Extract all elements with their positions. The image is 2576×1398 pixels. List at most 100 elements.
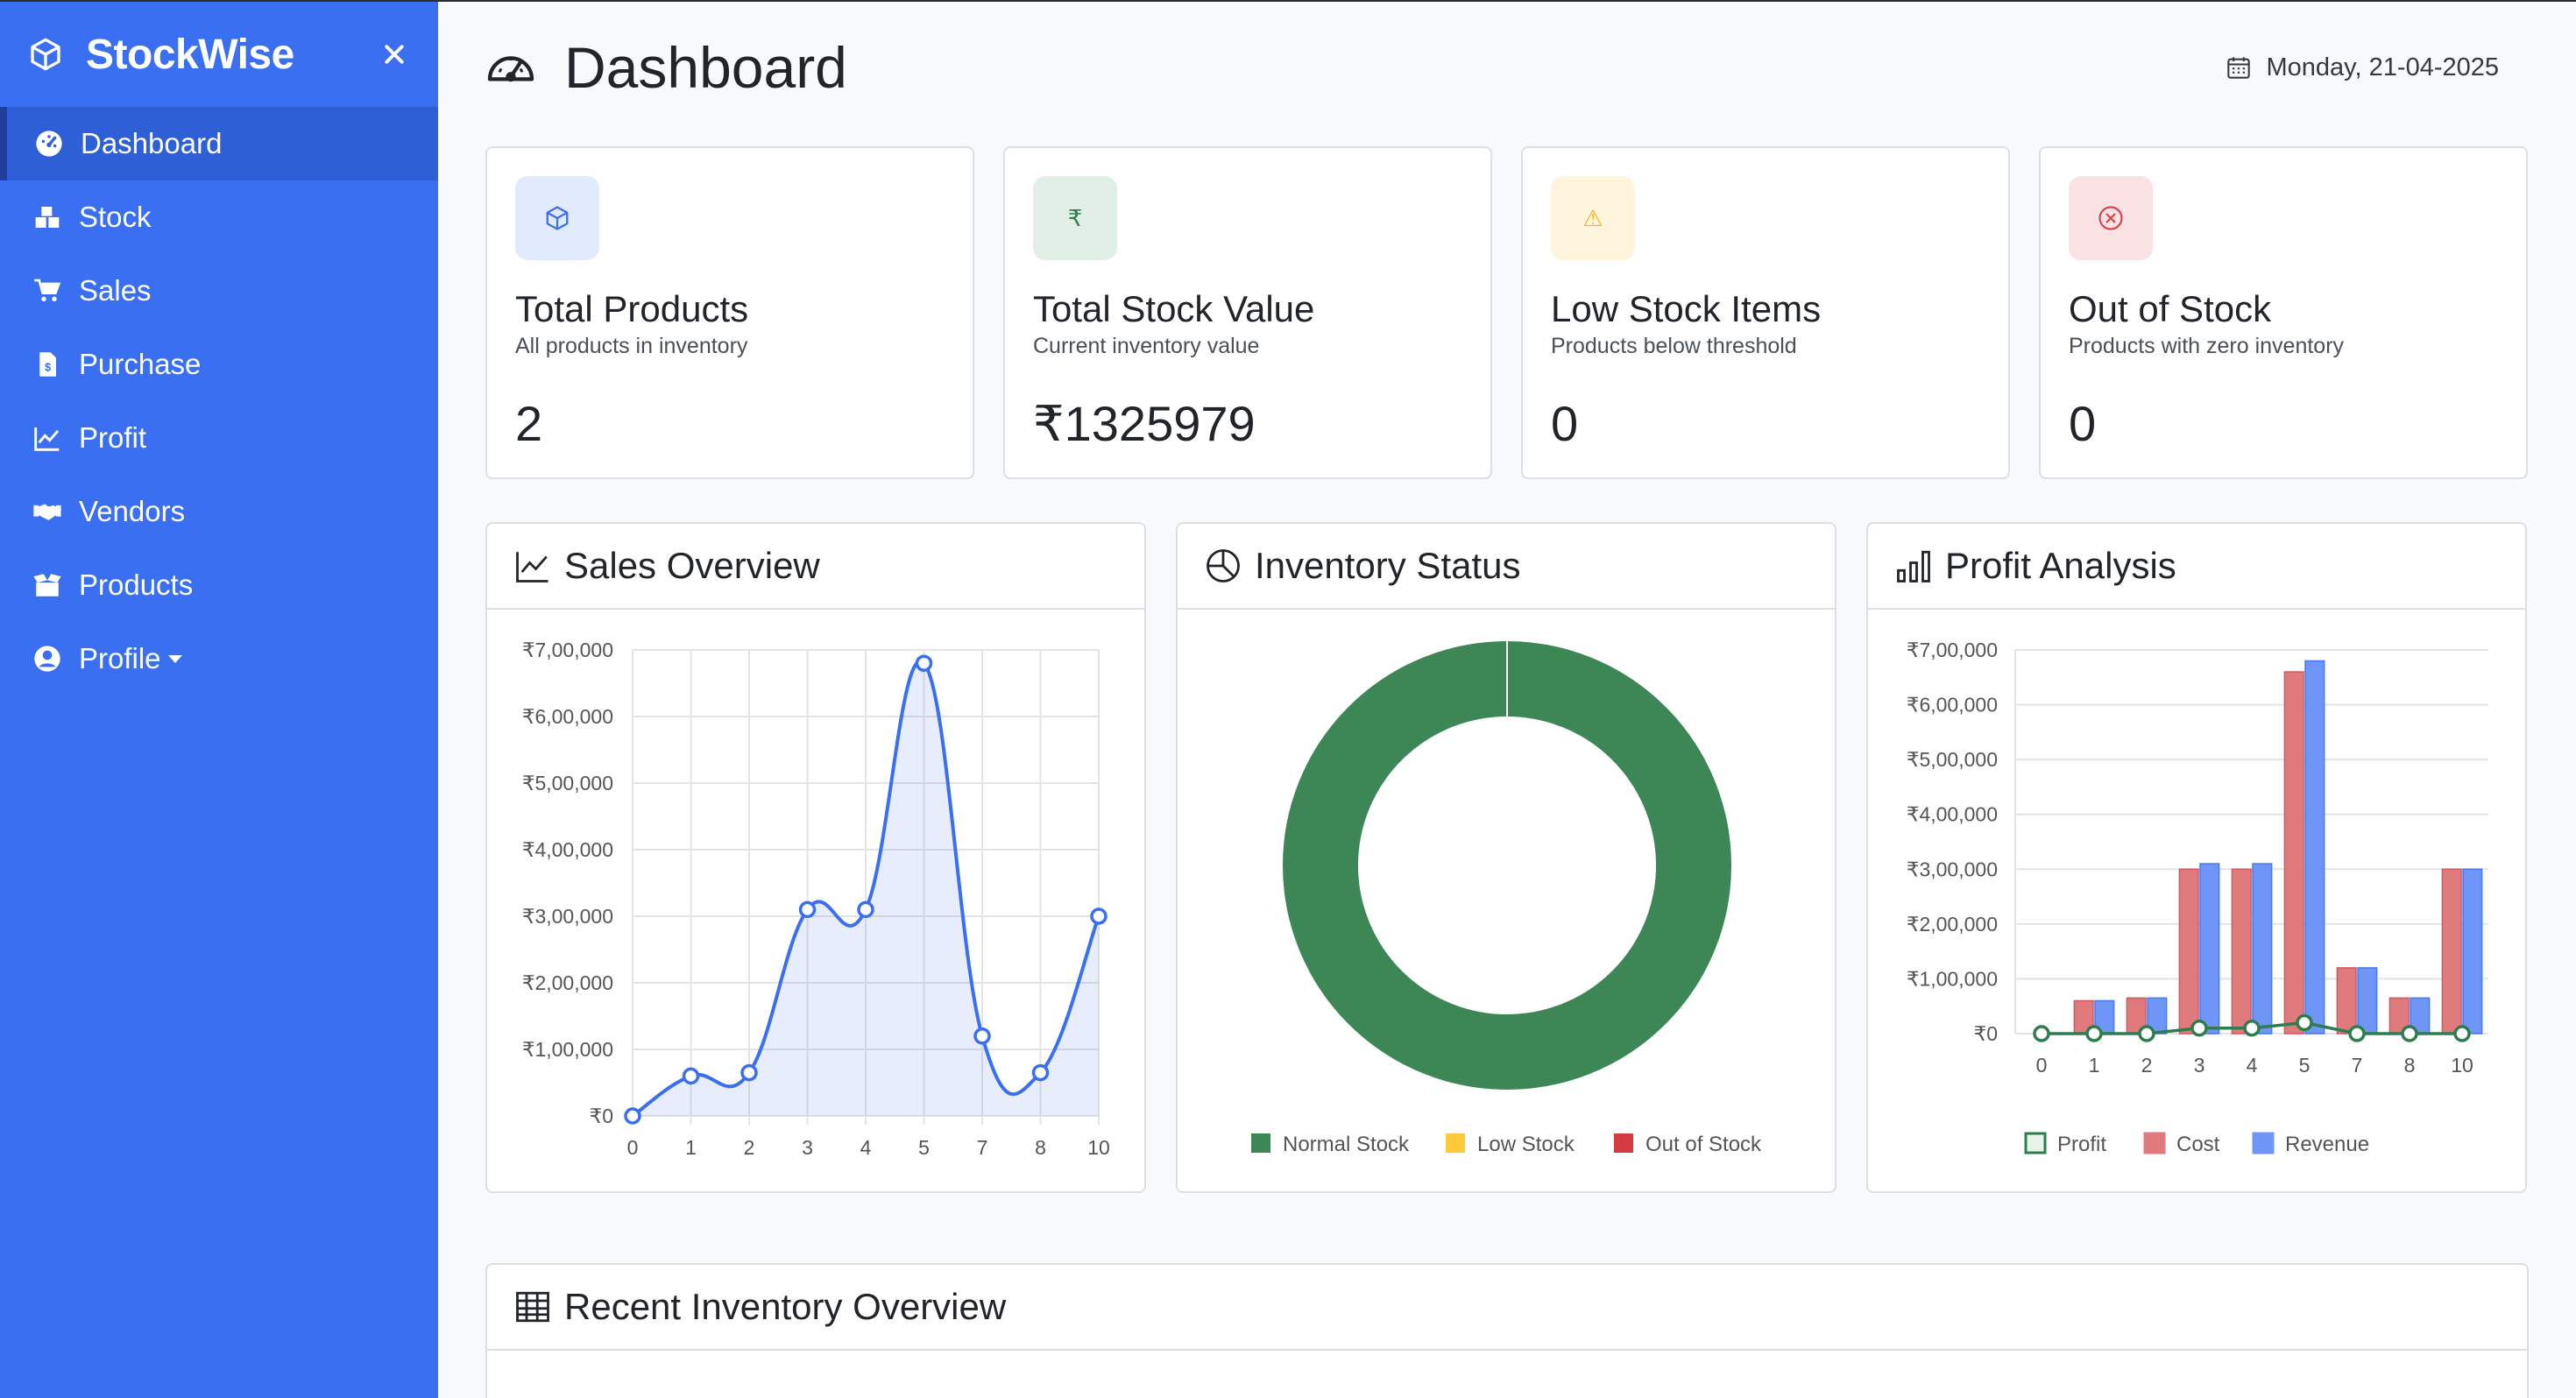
sidebar-item-purchase[interactable]: $ Purchase xyxy=(0,328,438,401)
x-tick-label: 1 xyxy=(2089,1054,2100,1077)
main-content: Dashboard Monday, 21-04-2025 Total Produ… xyxy=(438,0,2576,1398)
dashboard-icon xyxy=(33,128,65,159)
page-header: Dashboard Monday, 21-04-2025 xyxy=(482,28,2550,107)
table-icon xyxy=(513,1288,552,1326)
cart-icon xyxy=(32,275,63,307)
stat-card-total-stock-value: ₹ Total Stock Value Current inventory va… xyxy=(1003,146,1492,479)
x-tick-label: 7 xyxy=(2352,1054,2363,1077)
data-point xyxy=(1090,907,1108,925)
cost-bar xyxy=(2336,967,2357,1034)
legend-label: Low Stock xyxy=(1477,1133,1575,1156)
profit-point xyxy=(2401,1025,2418,1042)
stat-value: 0 xyxy=(1551,396,1579,451)
sidebar-item-profile[interactable]: Profile xyxy=(0,622,438,695)
y-tick-label: ₹4,00,000 xyxy=(1907,803,1998,826)
stat-subtitle: All products in inventory xyxy=(515,334,748,358)
cost-bar xyxy=(2441,868,2462,1034)
y-tick-label: ₹1,00,000 xyxy=(522,1038,613,1061)
x-tick-label: 4 xyxy=(860,1136,872,1159)
calendar-icon xyxy=(2226,54,2253,81)
user-circle-icon xyxy=(32,643,63,674)
cost-bar xyxy=(2283,671,2304,1034)
legend-label: Out of Stock xyxy=(1645,1133,1762,1156)
legend-swatch xyxy=(1446,1133,1465,1153)
x-tick-label: 1 xyxy=(685,1136,697,1159)
sidebar-item-vendors[interactable]: Vendors xyxy=(0,475,438,548)
invoice-icon: $ xyxy=(32,349,63,380)
profit-point xyxy=(2085,1025,2103,1042)
sidebar-item-label: Dashboard xyxy=(81,127,223,159)
date-display: Monday, 21-04-2025 xyxy=(2226,53,2499,82)
stat-card-low-stock: ⚠ Low Stock Items Products below thresho… xyxy=(1521,146,2010,479)
y-tick-label: ₹0 xyxy=(1974,1022,1998,1045)
data-point xyxy=(624,1107,641,1125)
sidebar-item-label: Profile xyxy=(79,642,161,674)
x-tick-label: 8 xyxy=(2404,1054,2416,1077)
sidebar-item-products[interactable]: Products xyxy=(0,548,438,622)
x-tick-label: 7 xyxy=(977,1136,988,1159)
x-tick-label: 3 xyxy=(2194,1054,2205,1077)
stat-card-total-products: Total Products All products in inventory… xyxy=(485,146,974,479)
x-tick-label: 3 xyxy=(802,1136,813,1159)
recent-inventory-panel: Recent Inventory Overview xyxy=(485,1263,2529,1398)
y-tick-label: ₹6,00,000 xyxy=(522,705,613,728)
stat-title: Low Stock Items xyxy=(1551,288,1822,329)
stat-card-out-of-stock: Out of Stock Products with zero inventor… xyxy=(2039,146,2528,479)
revenue-bar xyxy=(2462,868,2483,1034)
rupee-icon: ₹ xyxy=(1033,176,1117,260)
panel-title: Profit Analysis xyxy=(1945,545,2176,586)
sidebar-item-sales[interactable]: Sales xyxy=(0,254,438,328)
stat-value: 0 xyxy=(2069,396,2097,451)
panel-header: Recent Inventory Overview xyxy=(487,1265,2527,1351)
profit-analysis-panel: Profit Analysis ₹0 ₹1,00,000 ₹2,00,000 ₹3,0… xyxy=(1866,522,2527,1193)
y-tick-label: ₹7,00,000 xyxy=(1907,639,1998,661)
cube-icon xyxy=(515,176,599,260)
data-point xyxy=(973,1027,991,1045)
y-tick-label: ₹1,00,000 xyxy=(1907,967,1998,990)
sidebar-item-label: Profit xyxy=(79,421,147,454)
sidebar-nav: Dashboard Stock Sales $ Purchase Profit xyxy=(0,107,438,695)
sidebar-item-profit[interactable]: Profit xyxy=(0,401,438,475)
revenue-bar xyxy=(2304,660,2325,1034)
stat-value: ₹1325979 xyxy=(1033,396,1256,451)
y-tick-label: ₹2,00,000 xyxy=(522,971,613,994)
sidebar-item-dashboard[interactable]: Dashboard xyxy=(0,107,438,180)
sidebar-item-stock[interactable]: Stock xyxy=(0,180,438,254)
pie-chart-icon xyxy=(1204,547,1242,585)
profit-point xyxy=(2033,1025,2050,1042)
x-circle-icon xyxy=(2069,176,2153,260)
y-tick-label: ₹0 xyxy=(590,1105,613,1127)
sidebar: StockWise Dashboard Stock Sales $ Purcha… xyxy=(0,0,438,1398)
panel-header: Sales Overview xyxy=(487,524,1144,610)
line-chart-icon xyxy=(513,547,552,585)
close-sidebar-icon[interactable] xyxy=(377,37,412,72)
y-tick-label: ₹5,00,000 xyxy=(1907,748,1998,771)
sidebar-item-label: Products xyxy=(79,568,194,601)
stat-title: Total Stock Value xyxy=(1033,288,1315,329)
cost-bar xyxy=(2178,868,2199,1034)
stat-value: 2 xyxy=(515,396,543,451)
y-tick-label: ₹2,00,000 xyxy=(1907,913,1998,936)
line-chart-icon xyxy=(32,422,63,454)
data-point xyxy=(740,1063,758,1082)
panel-title: Recent Inventory Overview xyxy=(564,1286,1007,1327)
legend-label: Revenue xyxy=(2285,1133,2369,1156)
page-title: Dashboard xyxy=(564,35,847,100)
current-date: Monday, 21-04-2025 xyxy=(2266,53,2499,81)
revenue-bar xyxy=(2252,863,2273,1034)
sales-overview-panel: Sales Overview ₹0 ₹1,00,000 ₹2,00,000 ₹3,00… xyxy=(485,522,1146,1193)
bar-chart-icon xyxy=(1894,547,1933,585)
legend-swatch xyxy=(1251,1133,1270,1153)
sidebar-item-label: Vendors xyxy=(79,495,186,527)
speedometer-icon xyxy=(482,39,540,96)
stat-subtitle: Products below threshold xyxy=(1551,334,1797,358)
legend-swatch xyxy=(2252,1132,2275,1154)
stat-title: Out of Stock xyxy=(2069,288,2272,329)
legend-label: Cost xyxy=(2176,1133,2220,1156)
handshake-icon xyxy=(32,496,63,527)
legend-swatch xyxy=(2024,1132,2047,1154)
revenue-bar xyxy=(2357,967,2378,1034)
brand-name: StockWise xyxy=(86,31,294,78)
stat-title: Total Products xyxy=(515,288,749,329)
x-tick-label: 0 xyxy=(627,1136,639,1159)
